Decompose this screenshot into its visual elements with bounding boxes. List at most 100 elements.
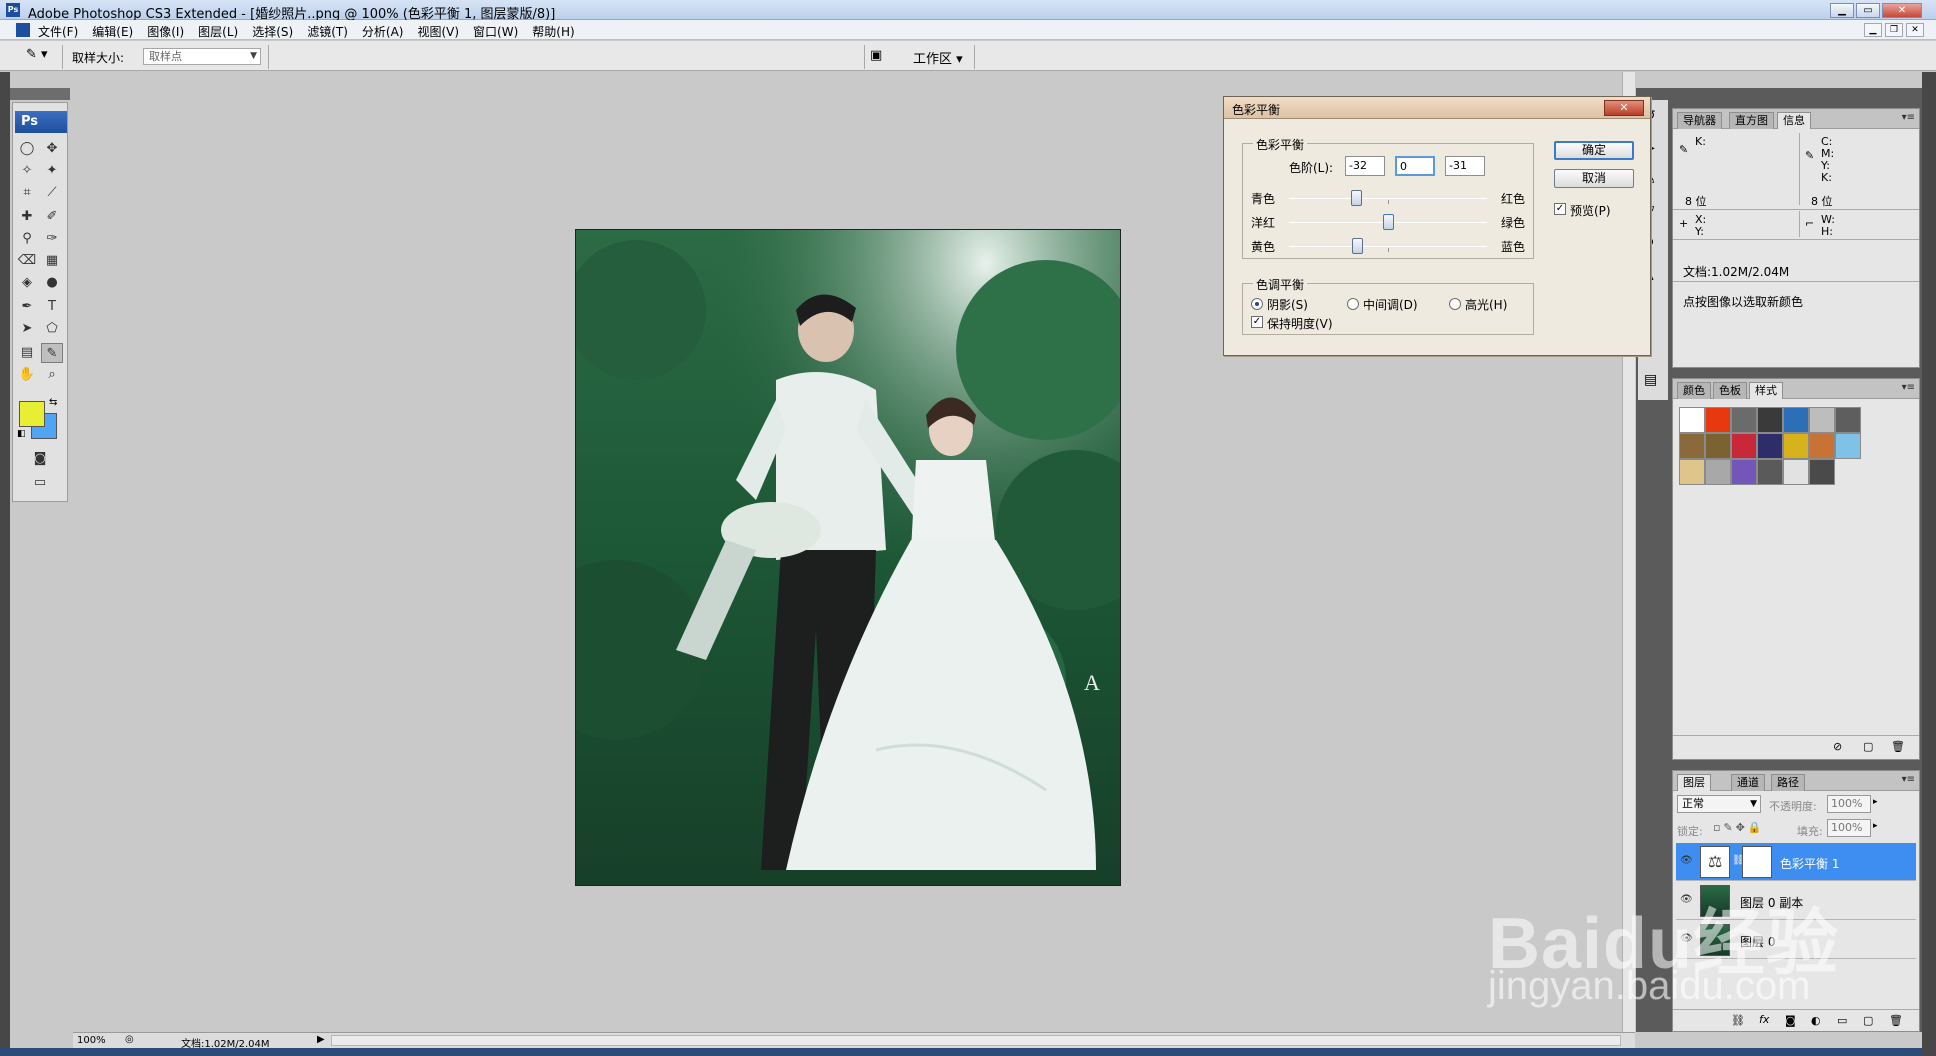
tab-styles[interactable]: 样式 xyxy=(1749,382,1783,399)
path-selection-tool-icon[interactable]: ➤ xyxy=(16,319,38,339)
preserve-luminosity-label[interactable]: 保持明度(V) xyxy=(1267,315,1333,332)
layer-name[interactable]: 色彩平衡 1 xyxy=(1780,855,1839,872)
midtones-radio[interactable] xyxy=(1347,298,1359,310)
hand-tool-icon[interactable]: ✋ xyxy=(16,365,38,385)
zoom-level[interactable]: 100% xyxy=(77,1035,106,1046)
style-swatch[interactable] xyxy=(1679,433,1705,459)
style-swatch[interactable] xyxy=(1783,433,1809,459)
magenta-green-level-input[interactable]: 0 xyxy=(1395,156,1435,176)
layer-row[interactable]: 👁 ⚖ ⛓ 色彩平衡 1 xyxy=(1676,843,1916,881)
marquee-tool-icon[interactable]: ◯ xyxy=(16,139,38,159)
brush-tool-icon[interactable]: ✐ xyxy=(41,207,63,227)
shadows-radio[interactable] xyxy=(1251,298,1263,310)
gradient-tool-icon[interactable]: ▦ xyxy=(41,251,63,271)
type-tool-icon[interactable]: T xyxy=(41,297,63,317)
document-image[interactable]: A xyxy=(575,229,1121,886)
highlights-radio[interactable] xyxy=(1449,298,1461,310)
blur-tool-icon[interactable]: ◈ xyxy=(16,273,38,293)
pen-tool-icon[interactable]: ✒ xyxy=(16,297,38,317)
lock-icons[interactable]: ▫✎✥🔒 xyxy=(1713,821,1765,834)
panel-menu-icon[interactable]: ▾≡ xyxy=(1902,382,1915,393)
ok-button[interactable]: 确定 xyxy=(1554,141,1634,160)
maximize-button[interactable]: ▭ xyxy=(1856,3,1880,18)
menu-help[interactable]: 帮助(H) xyxy=(532,23,574,40)
dodge-tool-icon[interactable]: ● xyxy=(41,273,63,293)
eye-icon[interactable]: 👁 xyxy=(1680,855,1694,869)
opacity-arrow-icon[interactable]: ▸ xyxy=(1873,797,1878,807)
style-swatch[interactable] xyxy=(1705,433,1731,459)
swap-colors-icon[interactable]: ⇆ xyxy=(49,397,57,408)
menu-analysis[interactable]: 分析(A) xyxy=(362,23,404,40)
yellow-blue-track[interactable] xyxy=(1289,246,1487,247)
preserve-luminosity-checkbox[interactable]: ✓ xyxy=(1251,316,1263,328)
menu-edit[interactable]: 编辑(E) xyxy=(92,23,133,40)
lasso-tool-icon[interactable]: ✧ xyxy=(16,161,38,181)
tab-histogram[interactable]: 直方图 xyxy=(1729,112,1774,129)
close-button[interactable]: ✕ xyxy=(1882,3,1922,18)
magic-wand-tool-icon[interactable]: ✦ xyxy=(41,161,63,181)
magenta-green-slider[interactable] xyxy=(1383,214,1394,230)
foreground-color-swatch[interactable] xyxy=(19,401,45,427)
style-swatch[interactable] xyxy=(1731,433,1757,459)
delete-style-icon[interactable]: 🗑 xyxy=(1891,740,1905,753)
menu-image[interactable]: 图像(I) xyxy=(147,23,184,40)
panel-menu-icon[interactable]: ▾≡ xyxy=(1902,774,1915,785)
tab-navigator[interactable]: 导航器 xyxy=(1677,112,1722,129)
style-swatch[interactable] xyxy=(1835,433,1861,459)
shape-tool-icon[interactable]: ⬠ xyxy=(41,319,63,339)
add-mask-icon[interactable]: ◙ xyxy=(1785,1014,1796,1027)
menu-window[interactable]: 窗口(W) xyxy=(473,23,518,40)
tab-color[interactable]: 颜色 xyxy=(1677,382,1711,399)
menu-layer[interactable]: 图层(L) xyxy=(198,23,238,40)
highlights-label[interactable]: 高光(H) xyxy=(1465,296,1507,313)
dialog-title-bar[interactable]: 色彩平衡 ✕ xyxy=(1224,97,1650,119)
style-swatch[interactable] xyxy=(1757,433,1783,459)
screen-mode-icon[interactable]: ▭ xyxy=(29,473,51,493)
cyan-red-track[interactable] xyxy=(1289,198,1487,199)
move-tool-icon[interactable]: ✥ xyxy=(41,139,63,159)
quick-mask-icon[interactable]: ◙ xyxy=(29,449,51,469)
dialog-close-button[interactable]: ✕ xyxy=(1604,100,1644,116)
cancel-button[interactable]: 取消 xyxy=(1554,169,1634,188)
style-swatch[interactable] xyxy=(1679,407,1705,433)
history-brush-tool-icon[interactable]: ✑ xyxy=(41,229,63,249)
yellow-blue-level-input[interactable]: -31 xyxy=(1445,156,1485,176)
status-menu-arrow-icon[interactable]: ▶ xyxy=(317,1034,325,1045)
style-swatch[interactable] xyxy=(1809,433,1835,459)
canvas-horizontal-scrollbar[interactable] xyxy=(331,1035,1621,1046)
tab-swatches[interactable]: 色板 xyxy=(1713,382,1747,399)
yellow-blue-slider[interactable] xyxy=(1352,238,1364,254)
doc-minimize-button[interactable]: ▁ xyxy=(1864,23,1882,37)
tab-layers[interactable]: 图层 xyxy=(1677,774,1711,791)
tab-info[interactable]: 信息 xyxy=(1777,112,1811,129)
fill-field[interactable]: 100% xyxy=(1827,819,1871,837)
link-layers-icon[interactable]: ⛓ xyxy=(1731,1014,1745,1027)
style-swatch[interactable] xyxy=(1705,459,1731,485)
bridge-icon[interactable]: ▣ xyxy=(870,48,890,64)
workspace-menu[interactable]: 工作区 ▾ xyxy=(913,48,963,67)
new-layer-icon[interactable]: ▢ xyxy=(1863,1014,1873,1027)
menu-view[interactable]: 视图(V) xyxy=(417,23,459,40)
eyedropper-tool-icon[interactable]: ✎ xyxy=(41,343,63,363)
tab-channels[interactable]: 通道 xyxy=(1731,774,1765,791)
layer-comps-panel-icon[interactable]: ▤ xyxy=(1644,372,1657,388)
preview-checkbox[interactable]: ✓ xyxy=(1554,203,1566,215)
style-swatch[interactable] xyxy=(1705,407,1731,433)
shadows-label[interactable]: 阴影(S) xyxy=(1267,296,1308,313)
zoom-tool-icon[interactable]: ⌕ xyxy=(41,365,63,385)
toolbox-header[interactable] xyxy=(10,88,70,100)
style-swatch[interactable] xyxy=(1731,407,1757,433)
menu-file[interactable]: 文件(F) xyxy=(38,23,78,40)
eraser-tool-icon[interactable]: ⌫ xyxy=(16,251,38,271)
style-swatch[interactable] xyxy=(1757,459,1783,485)
layer-mask-thumbnail[interactable] xyxy=(1742,846,1772,878)
default-colors-icon[interactable]: ◧ xyxy=(17,429,26,439)
preview-label[interactable]: 预览(P) xyxy=(1570,202,1611,219)
eyedropper-tool-preset-icon[interactable]: ✎ ▾ xyxy=(26,47,56,65)
adjustment-layer-icon[interactable]: ◐ xyxy=(1811,1014,1821,1027)
blend-mode-select[interactable]: 正常 ▼ xyxy=(1677,795,1761,813)
sample-size-select[interactable]: 取样点 ▼ xyxy=(143,48,261,65)
layer-style-icon[interactable]: fx xyxy=(1759,1013,1769,1026)
app-menu-icon[interactable] xyxy=(16,23,30,37)
style-swatch[interactable] xyxy=(1731,459,1757,485)
